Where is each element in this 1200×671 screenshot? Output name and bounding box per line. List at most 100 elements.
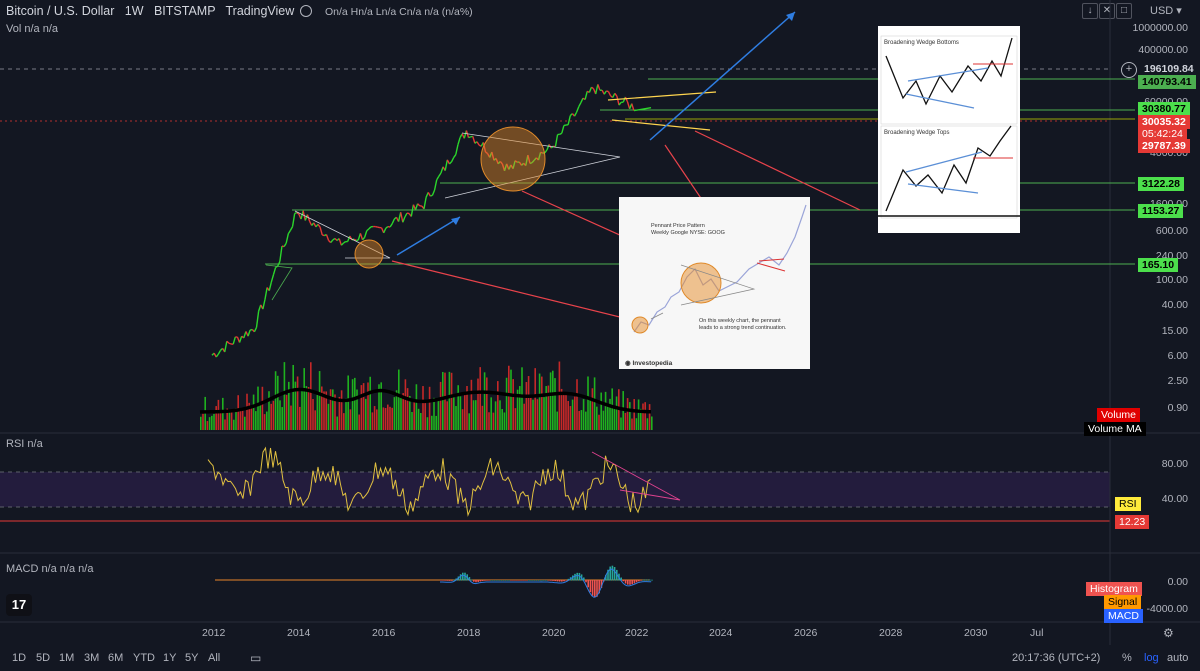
price-segment bbox=[559, 132, 563, 135]
price-segment bbox=[580, 97, 584, 104]
volume-bar bbox=[602, 410, 605, 430]
time-tick: 2024 bbox=[709, 627, 733, 639]
timeframe-ytd[interactable]: YTD bbox=[133, 652, 155, 664]
price-chart[interactable] bbox=[0, 0, 1200, 671]
macd-bar bbox=[613, 566, 616, 581]
volume-bar bbox=[373, 406, 376, 430]
auto-toggle[interactable]: auto bbox=[1167, 652, 1188, 664]
volume-bar bbox=[587, 376, 589, 430]
price-segment bbox=[268, 281, 273, 291]
log-toggle[interactable]: log bbox=[1144, 652, 1159, 664]
volume-bar bbox=[578, 410, 580, 430]
timeframe-5y[interactable]: 5Y bbox=[185, 652, 198, 664]
price-segment bbox=[232, 336, 236, 345]
price-segment bbox=[391, 218, 395, 225]
wedge-inset: Broadening Wedge Bottoms Broadening Wedg… bbox=[878, 26, 1020, 233]
macd-bar bbox=[470, 579, 473, 581]
macd-bar bbox=[627, 580, 629, 585]
price-segment bbox=[277, 261, 281, 267]
settings-gear-icon[interactable]: ⚙ bbox=[1163, 626, 1174, 640]
volume-bar bbox=[336, 416, 338, 430]
volume-bar bbox=[556, 411, 558, 430]
volume-bar bbox=[547, 385, 550, 430]
volume-bar bbox=[241, 409, 244, 430]
volume-bar bbox=[426, 417, 429, 430]
volume-bar bbox=[219, 412, 222, 430]
volume-bar bbox=[224, 419, 226, 430]
volume-bar bbox=[554, 378, 556, 430]
volume-bar bbox=[312, 398, 314, 430]
wedge-title-2: Broadening Wedge Tops bbox=[884, 130, 950, 136]
price-segment bbox=[618, 101, 622, 106]
timeframe-1y[interactable]: 1Y bbox=[163, 652, 176, 664]
add-alert-icon[interactable]: + bbox=[1121, 62, 1137, 78]
volume-bar bbox=[455, 406, 457, 430]
volume-bar bbox=[585, 411, 587, 430]
volume-bar bbox=[613, 406, 616, 430]
macd-bar bbox=[481, 580, 484, 581]
volume-bar bbox=[505, 377, 508, 430]
macd-bar bbox=[591, 580, 594, 596]
volume-bar bbox=[391, 407, 393, 430]
macd-bar bbox=[473, 580, 475, 582]
price-segment bbox=[253, 327, 258, 333]
volume-bar bbox=[382, 407, 385, 430]
price-segment bbox=[544, 149, 548, 154]
volume-bar bbox=[428, 386, 431, 430]
volume-bar bbox=[200, 416, 202, 430]
volume-bar bbox=[464, 393, 466, 430]
price-segment bbox=[272, 267, 277, 275]
timeframe-1d[interactable]: 1D bbox=[12, 652, 26, 664]
volume-bar bbox=[609, 398, 611, 430]
volume-bar bbox=[285, 394, 288, 430]
volume-bar bbox=[299, 406, 301, 430]
volume-bar bbox=[420, 413, 422, 430]
macd-bar bbox=[444, 580, 446, 581]
macd-bar bbox=[611, 565, 614, 581]
timeframe-1m[interactable]: 1M bbox=[59, 652, 74, 664]
macd-bar bbox=[495, 579, 497, 581]
volume-bar bbox=[492, 412, 495, 430]
time-tick: 2012 bbox=[202, 627, 226, 639]
volume-bar bbox=[494, 401, 497, 430]
macd-bar bbox=[514, 580, 517, 581]
volume-bar bbox=[270, 403, 272, 430]
volume-bar bbox=[296, 376, 299, 430]
price-segment bbox=[404, 212, 408, 218]
volume-bar bbox=[648, 404, 651, 430]
price-segment bbox=[607, 91, 612, 97]
volume-bar bbox=[301, 389, 303, 430]
price-segment bbox=[317, 223, 321, 228]
volume-bar bbox=[512, 379, 514, 430]
volume-bar bbox=[400, 397, 402, 430]
price-segment bbox=[262, 299, 266, 310]
clock[interactable]: 20:17:36 (UTC+2) bbox=[1012, 652, 1100, 664]
macd-bar bbox=[508, 580, 510, 581]
volume-bar bbox=[497, 381, 499, 430]
price-segment bbox=[264, 287, 268, 300]
timeframe-6m[interactable]: 6M bbox=[108, 652, 123, 664]
price-segment bbox=[554, 134, 559, 147]
macd-bar bbox=[649, 579, 651, 581]
timeframe-3m[interactable]: 3M bbox=[84, 652, 99, 664]
price-segment bbox=[444, 159, 449, 171]
level1-price-tag: 140793.41 bbox=[1138, 75, 1196, 89]
volume-bar bbox=[589, 397, 591, 430]
percent-toggle[interactable]: % bbox=[1122, 652, 1132, 664]
macd-bar bbox=[587, 580, 589, 588]
macd-bar bbox=[640, 580, 642, 581]
date-range-icon[interactable]: ▭ bbox=[250, 651, 261, 665]
volume-bar bbox=[222, 397, 224, 430]
price-segment bbox=[588, 86, 593, 93]
pennant-caption: On this weekly chart, the pennant leads … bbox=[699, 318, 787, 331]
volume-bar bbox=[530, 395, 532, 430]
price-segment bbox=[597, 84, 601, 91]
macd-bar bbox=[539, 579, 541, 581]
macd-bar bbox=[523, 580, 526, 581]
timeframe-all[interactable]: All bbox=[208, 652, 220, 664]
macd-bar bbox=[525, 580, 528, 581]
price-segment bbox=[427, 192, 431, 197]
price-segment bbox=[436, 175, 440, 181]
timeframe-5d[interactable]: 5D bbox=[36, 652, 50, 664]
volume-bar bbox=[413, 399, 415, 430]
